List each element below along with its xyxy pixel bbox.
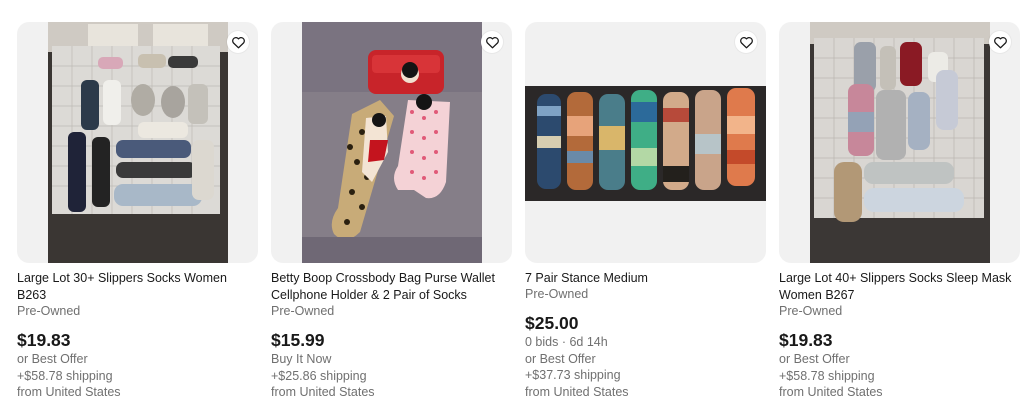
heart-outline-icon [739, 36, 753, 48]
listing-title[interactable]: Betty Boop Crossbody Bag Purse Wallet Ce… [271, 270, 512, 304]
listing-photo[interactable] [525, 86, 766, 201]
listing-price: $19.83 [779, 330, 833, 350]
listing-card[interactable]: Large Lot 30+ Slippers Socks Women B263 … [17, 22, 258, 401]
listing-condition: Pre-Owned [17, 304, 81, 318]
listing-image[interactable] [779, 22, 1020, 263]
listing-condition: Pre-Owned [525, 287, 589, 301]
listing-image[interactable] [17, 22, 258, 263]
listing-card[interactable]: 7 Pair Stance Medium Pre-Owned $25.00 0 … [525, 22, 766, 400]
favorite-button[interactable] [735, 31, 757, 53]
listing-condition: Pre-Owned [271, 304, 335, 318]
listing-info: 7 Pair Stance Medium Pre-Owned $25.00 0 … [525, 263, 766, 400]
heart-outline-icon [231, 36, 245, 48]
listing-price: $15.99 [271, 330, 325, 350]
favorite-button[interactable] [227, 31, 249, 53]
listing-info: Large Lot 30+ Slippers Socks Women B263 … [17, 263, 258, 401]
heart-outline-icon [485, 36, 499, 48]
heart-outline-icon [993, 36, 1007, 48]
item-location: from United States [17, 385, 121, 399]
listing-card[interactable]: Large Lot 40+ Slippers Socks Sleep Mask … [779, 22, 1020, 401]
buying-format: Buy It Now [271, 352, 332, 366]
shipping-cost: +$37.73 shipping [525, 368, 621, 382]
listing-price: $19.83 [17, 330, 71, 350]
listing-card[interactable]: Betty Boop Crossbody Bag Purse Wallet Ce… [271, 22, 512, 401]
shipping-cost: +$58.78 shipping [779, 368, 875, 383]
listing-condition: Pre-Owned [779, 304, 843, 318]
listing-title[interactable]: Large Lot 40+ Slippers Socks Sleep Mask … [779, 270, 1020, 304]
listing-photo[interactable] [48, 22, 228, 263]
listing-photo[interactable] [810, 22, 990, 263]
favorite-button[interactable] [481, 31, 503, 53]
buying-format: or Best Offer [779, 352, 850, 366]
listing-info: Large Lot 40+ Slippers Socks Sleep Mask … [779, 263, 1020, 401]
listing-info: Betty Boop Crossbody Bag Purse Wallet Ce… [271, 263, 512, 401]
listing-title[interactable]: Large Lot 30+ Slippers Socks Women B263 [17, 270, 258, 304]
listing-image[interactable] [525, 22, 766, 263]
shipping-cost: +$25.86 shipping [271, 368, 367, 383]
buying-format: or Best Offer [17, 352, 88, 366]
bid-count-time-left: 0 bids · 6d 14h [525, 335, 608, 349]
listing-title[interactable]: 7 Pair Stance Medium [525, 270, 766, 287]
item-location: from United States [271, 385, 375, 399]
shipping-cost: +$58.78 shipping [17, 368, 113, 383]
listing-grid: Large Lot 30+ Slippers Socks Women B263 … [0, 0, 1024, 408]
listing-photo[interactable] [302, 22, 482, 263]
item-location: from United States [779, 385, 883, 399]
item-location: from United States [525, 384, 629, 399]
favorite-button[interactable] [989, 31, 1011, 53]
listing-price: $25.00 [525, 313, 579, 333]
buying-format: or Best Offer [525, 351, 596, 366]
listing-image[interactable] [271, 22, 512, 263]
